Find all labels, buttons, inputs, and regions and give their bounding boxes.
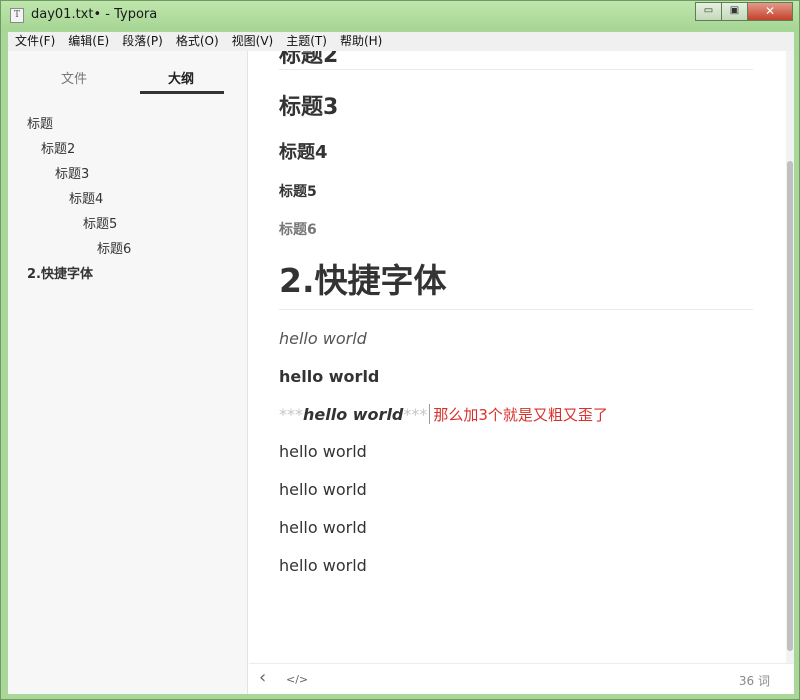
outline-item[interactable]: 标题 [27,113,53,132]
text-cursor [429,404,431,424]
menu-format[interactable]: 格式(O) [169,32,225,51]
heading-6: 标题6 [279,222,317,238]
active-tab-indicator [140,91,224,94]
sidebar-tabs: 文件 大纲 [8,51,248,97]
menu-file[interactable]: 文件(F) [8,32,61,51]
outline-item[interactable]: 标题6 [97,238,131,257]
italic-paragraph: hello world [279,329,367,348]
close-button[interactable]: ✕ [747,2,793,21]
scrollbar-thumb[interactable] [787,161,793,651]
markdown-syntax-open: *** [279,405,303,424]
editor-pane[interactable]: 标题2 标题3 标题4 标题5 标题6 2.快捷字体 hello world h… [249,51,794,663]
minimize-button[interactable]: ▭ [695,2,722,21]
source-code-mode-icon[interactable]: </> [286,673,308,686]
typora-app-icon: T [10,8,24,23]
outline-item[interactable]: 标题4 [69,188,103,207]
outline-item[interactable]: 标题2 [41,138,75,157]
heading-divider [279,69,753,70]
heading-3: 标题3 [279,95,339,120]
tab-files[interactable]: 文件 [61,68,87,87]
heading-4: 标题4 [279,142,328,163]
toggle-sidebar-icon[interactable]: ‹ [259,667,266,688]
window-title: day01.txt• - Typora [31,7,158,22]
heading-5: 标题5 [279,184,317,200]
outline-item-active[interactable]: 2.快捷字体 [27,263,93,282]
maximize-button[interactable]: ▣ [721,2,748,21]
plain-paragraph: hello world [279,442,367,461]
outline-item[interactable]: 标题5 [83,213,117,232]
window-controls: ▭ ▣ ✕ [695,2,793,21]
app-window: T day01.txt• - Typora ▭ ▣ ✕ 文件(F) 编辑(E) … [0,0,800,700]
plain-paragraph: hello world [279,556,367,575]
menu-bar: 文件(F) 编辑(E) 段落(P) 格式(O) 视图(V) 主题(T) 帮助(H… [8,32,794,51]
title-bar[interactable]: T day01.txt• - Typora ▭ ▣ ✕ [1,1,799,31]
status-footer: ‹ </> 36 词 [249,663,794,694]
annotation-note: 那么加3个就是又粗又歪了 [433,406,608,424]
sidebar: 文件 大纲 标题 标题2 标题3 标题4 标题5 标题6 2.快捷字体 [8,51,248,694]
menu-help[interactable]: 帮助(H) [333,32,388,51]
client-area: 文件 大纲 标题 标题2 标题3 标题4 标题5 标题6 2.快捷字体 标题2 … [8,51,794,694]
vertical-scrollbar[interactable] [786,51,794,663]
outline-item[interactable]: 标题3 [55,163,89,182]
word-count[interactable]: 36 词 [739,672,770,689]
menu-view[interactable]: 视图(V) [225,32,280,51]
heading-2: 标题2 [279,51,339,68]
tab-outline[interactable]: 大纲 [168,68,194,87]
menu-edit[interactable]: 编辑(E) [61,32,115,51]
bold-italic-text: hello world [303,405,404,424]
plain-paragraph: hello world [279,518,367,537]
plain-paragraph: hello world [279,480,367,499]
menu-theme[interactable]: 主题(T) [279,32,333,51]
heading-divider [279,309,753,310]
heading-1: 2.快捷字体 [279,261,447,300]
markdown-syntax-close: *** [403,405,428,424]
menu-paragraph[interactable]: 段落(P) [115,32,169,51]
bold-italic-paragraph[interactable]: ***hello world*** 那么加3个就是又粗又歪了 [279,404,608,425]
bold-paragraph: hello world [279,367,380,386]
